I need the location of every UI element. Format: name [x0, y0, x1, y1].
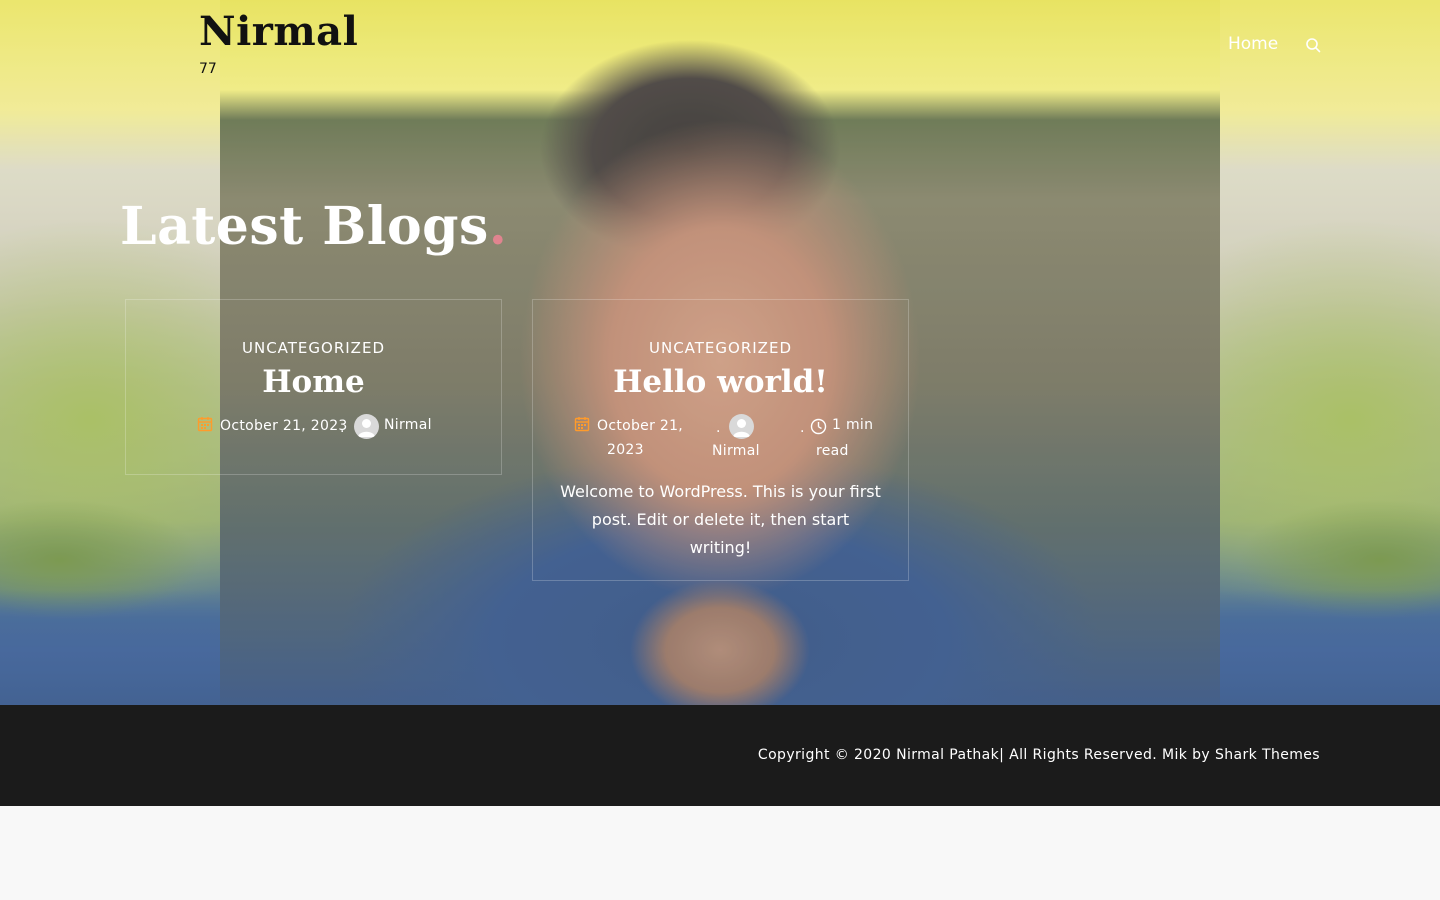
post-category-link[interactable]: UNCATEGORIZED: [533, 339, 908, 357]
read-time-unit: read: [816, 443, 849, 459]
post-category-link[interactable]: UNCATEGORIZED: [126, 339, 501, 357]
search-icon[interactable]: [1305, 37, 1322, 54]
footer-copyright: Copyright © 2020 Nirmal Pathak| All Righ…: [757, 747, 1320, 763]
post-excerpt: Welcome to WordPress. This is your first…: [560, 482, 881, 557]
site-tagline: 77: [199, 61, 217, 77]
post-date-link[interactable]: October 21, 2023: [220, 418, 348, 434]
site-footer: Copyright © 2020 Nirmal Pathak| All Righ…: [0, 705, 1440, 806]
post-card: UNCATEGORIZED Hello world! October 21, 2…: [532, 299, 909, 581]
section-title: Latest Blogs.: [120, 196, 508, 257]
meta-separator: .: [800, 420, 805, 436]
post-author-link[interactable]: Nirmal: [384, 417, 432, 433]
calendar-icon: [574, 416, 590, 432]
post-card: UNCATEGORIZED Home October 21, 2023 . Ni…: [125, 299, 502, 475]
footer-credit-link[interactable]: Shark Themes: [1215, 747, 1320, 763]
meta-separator: .: [340, 420, 345, 436]
title-accent-dot: .: [488, 196, 508, 257]
avatar-icon[interactable]: [354, 414, 379, 439]
clock-icon: [810, 418, 827, 435]
meta-separator: .: [716, 420, 721, 436]
nav-home-link[interactable]: Home: [1228, 34, 1278, 54]
post-title-link[interactable]: Home: [126, 364, 501, 400]
post-date-year: 2023: [607, 442, 644, 458]
site-title[interactable]: Nirmal: [199, 8, 358, 55]
post-author-link[interactable]: Nirmal: [712, 443, 760, 459]
post-title-link[interactable]: Hello world!: [533, 364, 908, 400]
calendar-icon: [197, 416, 213, 432]
post-date-link[interactable]: October 21,: [597, 418, 683, 434]
read-time: 1 min: [832, 417, 874, 433]
avatar-icon[interactable]: [729, 414, 754, 439]
